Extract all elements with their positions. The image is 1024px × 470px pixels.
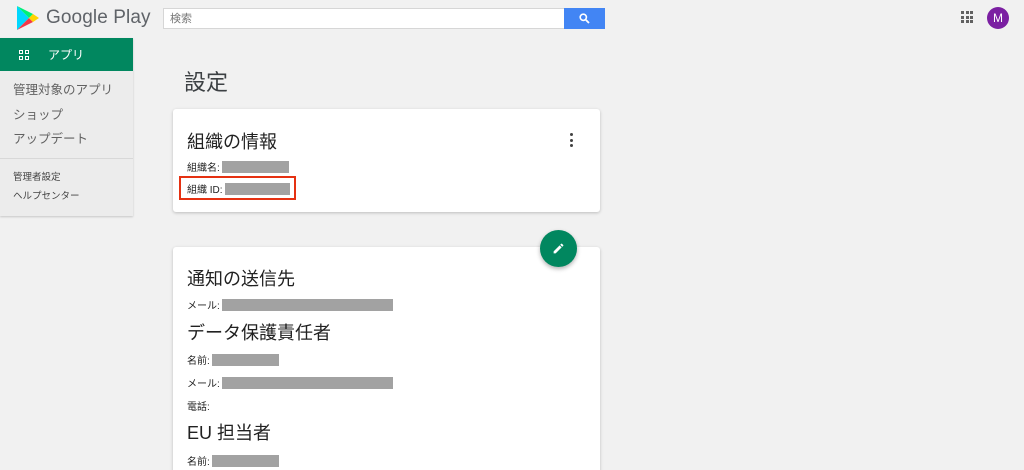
- logo-text: Google Play: [46, 7, 151, 28]
- search-button[interactable]: [564, 8, 605, 29]
- more-options-icon[interactable]: [568, 133, 574, 147]
- org-name-field: 組織名:: [187, 159, 289, 174]
- dpo-name-label: 名前:: [187, 356, 210, 367]
- edit-button[interactable]: [540, 230, 577, 267]
- apps-icon: [19, 49, 29, 60]
- dpo-email-label: メール:: [187, 379, 220, 390]
- dpo-phone-field: 電話:: [187, 398, 210, 413]
- sidebar-item-label: アプリ: [48, 48, 85, 62]
- redacted-dpo-email: [221, 376, 393, 389]
- org-info-heading: 組織の情報: [187, 132, 277, 152]
- notification-heading: 通知の送信先: [187, 269, 295, 289]
- page-title: 設定: [184, 70, 229, 95]
- sidebar-links: 管理対象のアプリ ショップ アップデート: [0, 71, 133, 152]
- sidebar-item-managed-apps[interactable]: 管理対象のアプリ: [0, 78, 133, 103]
- search-input[interactable]: [164, 9, 564, 29]
- dpo-heading: データ保護責任者: [187, 323, 331, 343]
- redacted-eu-rep-name: [211, 454, 279, 467]
- redacted-dpo-name: [211, 353, 279, 366]
- org-name-label: 組織名:: [187, 163, 220, 174]
- sidebar-item-help-center[interactable]: ヘルプセンター: [0, 187, 133, 206]
- dpo-name-field: 名前:: [187, 352, 279, 367]
- org-id-highlight: [179, 176, 296, 200]
- sidebar-item-shop[interactable]: ショップ: [0, 103, 133, 128]
- search-icon: [579, 13, 590, 24]
- sidebar-divider: [0, 157, 133, 159]
- notification-email-label: メール:: [187, 301, 220, 312]
- sidebar-item-admin-settings[interactable]: 管理者設定: [0, 168, 133, 187]
- pencil-icon: [553, 243, 564, 254]
- dpo-email-field: メール:: [187, 375, 393, 390]
- redacted-org-name: [221, 160, 289, 173]
- dpo-phone-label: 電話:: [187, 402, 210, 413]
- avatar[interactable]: M: [987, 7, 1009, 29]
- apps-grid-icon[interactable]: [961, 11, 973, 23]
- eu-rep-name-field: 名前:: [187, 453, 279, 468]
- google-play-logo[interactable]: Google Play: [16, 5, 151, 31]
- search-box: [163, 8, 564, 29]
- contacts-card: 通知の送信先 メール: データ保護責任者 名前: メール: 電話: EU 担当者…: [173, 247, 600, 470]
- sidebar: アプリ 管理対象のアプリ ショップ アップデート 管理者設定 ヘルプセンター: [0, 38, 133, 216]
- notification-email-field: メール:: [187, 297, 393, 312]
- redacted-notification-email: [221, 298, 393, 311]
- play-triangle-icon: [17, 6, 39, 30]
- eu-rep-heading: EU 担当者: [187, 423, 272, 443]
- sidebar-item-updates[interactable]: アップデート: [0, 127, 133, 152]
- sidebar-item-apps[interactable]: アプリ: [0, 38, 133, 71]
- eu-rep-name-label: 名前:: [187, 457, 210, 468]
